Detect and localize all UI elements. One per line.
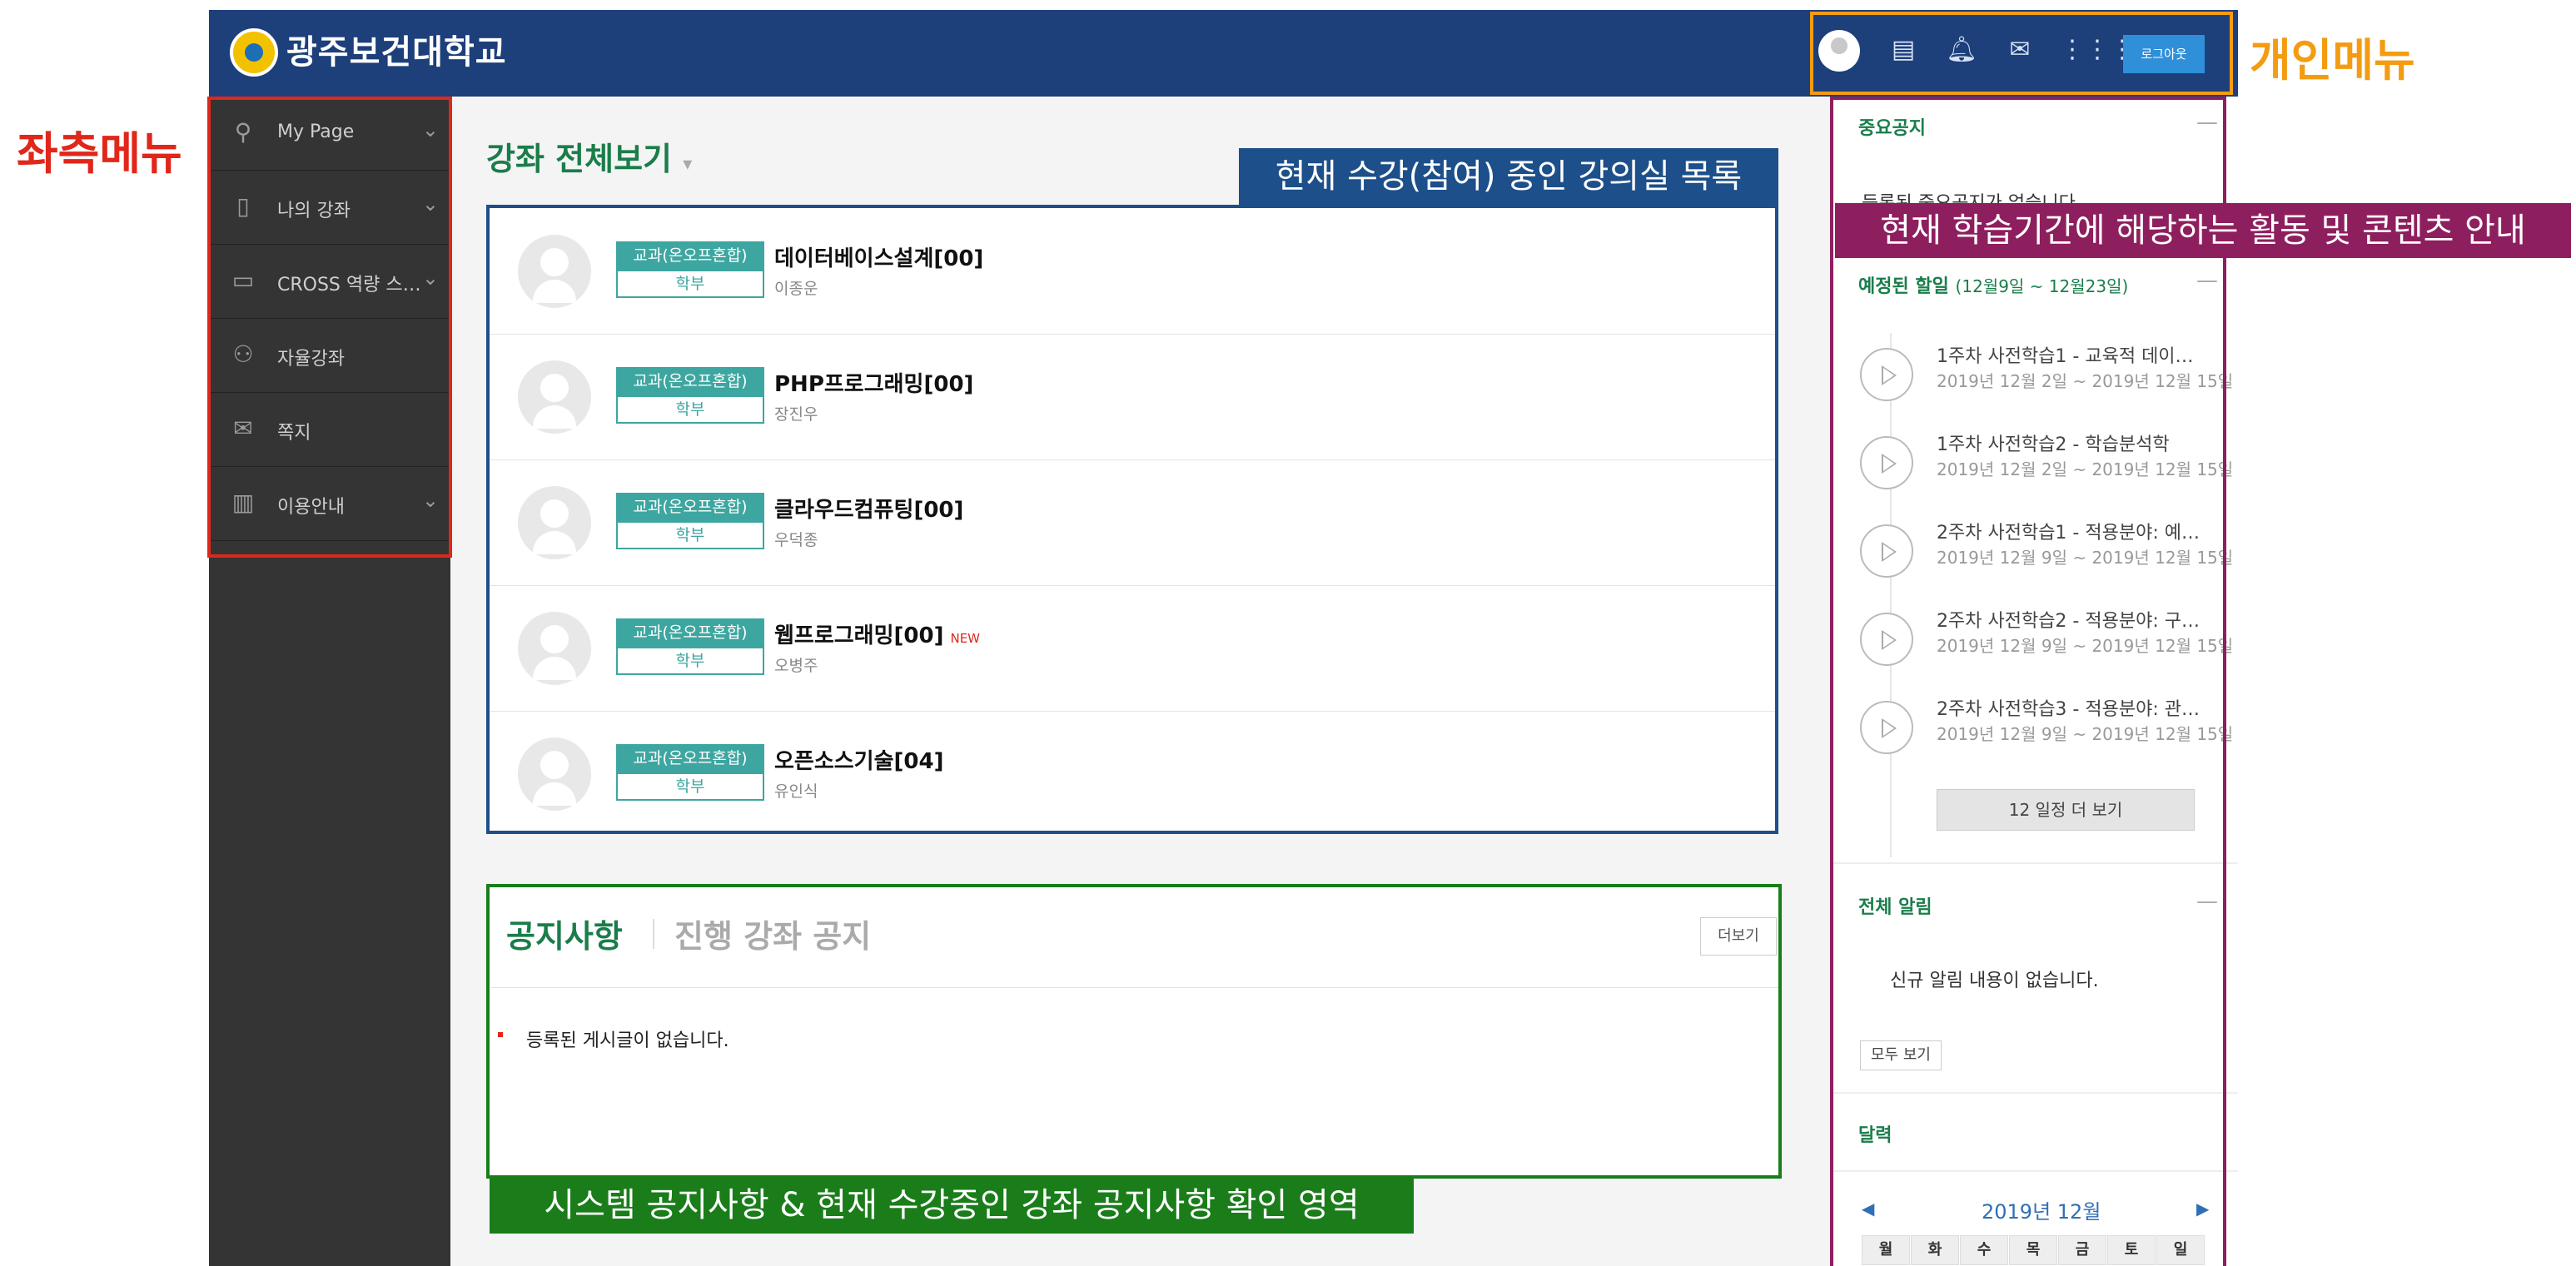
course-level-badge: 학부 [616, 647, 764, 675]
course-list-annotation: 현재 수강(참여) 중인 강의실 목록 [1239, 148, 1778, 205]
tab-divider [653, 919, 654, 949]
university-name[interactable]: 광주보건대학교 [286, 25, 507, 73]
course-row[interactable]: 교과(온오프혼합) 학부 클라우드컴퓨팅[00] 우덕종 [490, 459, 1775, 586]
course-row[interactable]: 교과(온오프혼합) 학부 데이터베이스설계[00] 이종운 [490, 208, 1775, 335]
course-type-badge: 교과(온오프혼합) [616, 367, 764, 395]
professor-name: 유인식 [774, 782, 818, 801]
notice-empty-text: 등록된 게시글이 없습니다. [526, 1030, 729, 1051]
university-logo-icon[interactable] [230, 28, 278, 77]
course-name[interactable]: PHP프로그래밍[00] [774, 367, 980, 398]
right-panel-highlight [1830, 97, 2226, 1266]
course-name[interactable]: 클라우드컴퓨팅[00] [774, 493, 970, 524]
notice-divider [491, 987, 1778, 988]
left-menu-highlight [207, 97, 452, 558]
caret-down-icon: ▾ [683, 154, 693, 175]
professor-avatar [518, 486, 591, 559]
course-type-badge: 교과(온오프혼합) [616, 241, 764, 270]
course-row[interactable]: 교과(온오프혼합) 학부 PHP프로그래밍[00] 장진우 [490, 334, 1775, 460]
course-list: 교과(온오프혼합) 학부 데이터베이스설계[00] 이종운 교과(온오프혼합) … [486, 205, 1778, 834]
bullet-icon [498, 1032, 503, 1037]
course-level-badge: 학부 [616, 270, 764, 298]
professor-avatar [518, 737, 591, 811]
course-heading-text: 강좌 전체보기 [486, 141, 672, 177]
personal-menu-highlight [1810, 12, 2233, 95]
left-menu-annotation: 좌측메뉴 [17, 127, 182, 180]
tab-notices[interactable]: 공지사항 [506, 911, 623, 956]
notice-area-annotation: 시스템 공지사항 & 현재 수강중인 강좌 공지사항 확인 영역 [490, 1177, 1414, 1234]
tab-course-notices[interactable]: 진행 강좌 공지 [674, 911, 871, 956]
course-name[interactable]: 데이터베이스설계[00] [774, 241, 990, 272]
more-button[interactable]: 더보기 [1700, 917, 1777, 956]
course-row[interactable]: 교과(온오프혼합) 학부 오픈소스기술[04] 유인식 [490, 711, 1775, 837]
course-level-badge: 학부 [616, 772, 764, 801]
new-badge: NEW [950, 631, 980, 646]
personal-menu-annotation: 개인메뉴 [2250, 34, 2415, 87]
professor-avatar [518, 612, 591, 685]
course-level-badge: 학부 [616, 521, 764, 549]
professor-name: 장진우 [774, 405, 818, 424]
course-row[interactable]: 교과(온오프혼합) 학부 웹프로그래밍[00] NEW 오병주 [490, 585, 1775, 712]
professor-avatar [518, 235, 591, 308]
professor-name: 이종운 [774, 280, 818, 298]
course-name[interactable]: 오픈소스기술[04] [774, 744, 950, 775]
course-type-badge: 교과(온오프혼합) [616, 493, 764, 521]
professor-avatar [518, 360, 591, 434]
course-type-badge: 교과(온오프혼합) [616, 618, 764, 647]
professor-name: 우덕종 [774, 531, 818, 549]
course-level-badge: 학부 [616, 395, 764, 424]
right-panel-annotation: 현재 학습기간에 해당하는 활동 및 콘텐츠 안내 [1835, 203, 2571, 258]
course-type-badge: 교과(온오프혼합) [616, 744, 764, 772]
professor-name: 오병주 [774, 657, 818, 675]
course-name[interactable]: 웹프로그래밍[00] NEW [774, 618, 980, 649]
course-list-heading[interactable]: 강좌 전체보기 ▾ [486, 133, 692, 179]
